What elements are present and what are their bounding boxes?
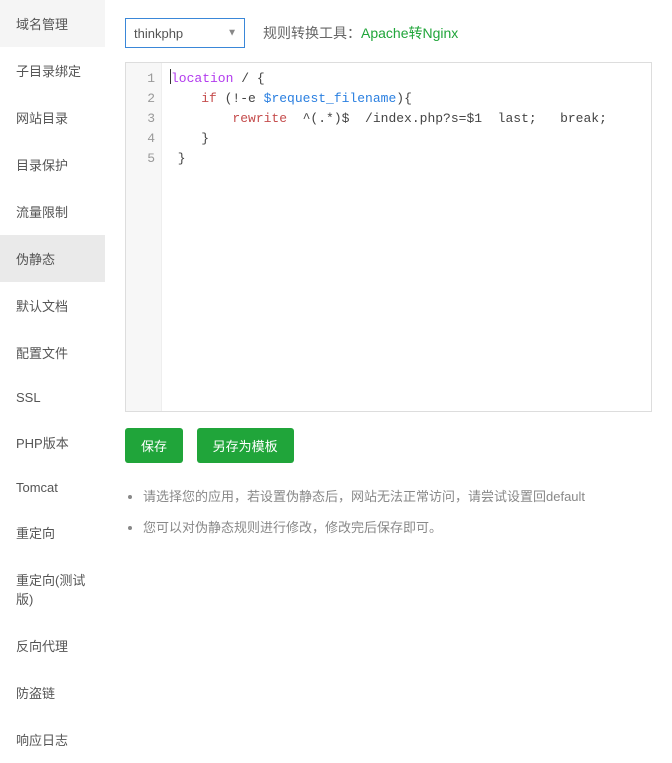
sidebar-item[interactable]: 反向代理: [0, 622, 105, 669]
apache-to-nginx-link[interactable]: Apache转Nginx: [361, 23, 458, 43]
editor-code[interactable]: location / { if (!-e $request_filename){…: [162, 63, 651, 411]
tip-item: 您可以对伪静态规则进行修改，修改完后保存即可。: [143, 518, 652, 539]
tip-item: 请选择您的应用，若设置伪静态后，网站无法正常访问，请尝试设置回default: [143, 487, 652, 508]
save-button[interactable]: 保存: [125, 428, 183, 463]
code-line[interactable]: }: [170, 149, 643, 169]
gutter-line: 4: [126, 129, 155, 149]
code-line[interactable]: }: [170, 129, 643, 149]
tips-list: 请选择您的应用，若设置伪静态后，网站无法正常访问，请尝试设置回default 您可…: [125, 487, 652, 539]
code-token: }: [170, 151, 186, 166]
button-row: 保存 另存为模板: [125, 428, 652, 463]
sidebar-item[interactable]: 伪静态: [0, 235, 105, 282]
code-token: }: [170, 131, 209, 146]
sidebar-item[interactable]: 目录保护: [0, 141, 105, 188]
save-template-button[interactable]: 另存为模板: [197, 428, 294, 463]
code-token: $request_filename: [264, 91, 397, 106]
code-token: rewrite: [232, 111, 287, 126]
code-editor[interactable]: 12345 location / { if (!-e $request_file…: [125, 62, 652, 412]
sidebar-item[interactable]: 网站目录: [0, 94, 105, 141]
code-token: [170, 91, 201, 106]
code-token: location: [171, 71, 233, 86]
code-token: (!-e: [217, 91, 264, 106]
sidebar-item[interactable]: Tomcat: [0, 466, 105, 509]
code-token: / {: [233, 71, 264, 86]
sidebar-item[interactable]: PHP版本: [0, 419, 105, 466]
sidebar-item[interactable]: 重定向: [0, 509, 105, 556]
code-token: if: [201, 91, 217, 106]
main-panel: thinkphp ▼ 规则转换工具： Apache转Nginx 12345 lo…: [105, 0, 672, 763]
toolbar: thinkphp ▼ 规则转换工具： Apache转Nginx: [125, 18, 652, 48]
sidebar: 域名管理子目录绑定网站目录目录保护流量限制伪静态默认文档配置文件SSLPHP版本…: [0, 0, 105, 763]
code-token: ){: [396, 91, 412, 106]
sidebar-item[interactable]: 响应日志: [0, 716, 105, 763]
gutter-line: 5: [126, 149, 155, 169]
sidebar-item[interactable]: 子目录绑定: [0, 47, 105, 94]
code-line[interactable]: location / {: [170, 69, 643, 89]
sidebar-item[interactable]: 流量限制: [0, 188, 105, 235]
sidebar-item[interactable]: 默认文档: [0, 282, 105, 329]
sidebar-item[interactable]: 域名管理: [0, 0, 105, 47]
editor-gutter: 12345: [126, 63, 162, 411]
gutter-line: 2: [126, 89, 155, 109]
code-token: ^(.*)$ /index.php?s=$1 last; break;: [287, 111, 607, 126]
sidebar-item[interactable]: 防盗链: [0, 669, 105, 716]
gutter-line: 1: [126, 69, 155, 89]
tool-label: 规则转换工具：: [263, 23, 361, 43]
gutter-line: 3: [126, 109, 155, 129]
sidebar-item[interactable]: 配置文件: [0, 329, 105, 376]
code-token: [170, 111, 232, 126]
code-line[interactable]: if (!-e $request_filename){: [170, 89, 643, 109]
template-select[interactable]: thinkphp: [125, 18, 245, 48]
sidebar-item[interactable]: SSL: [0, 376, 105, 419]
code-line[interactable]: rewrite ^(.*)$ /index.php?s=$1 last; bre…: [170, 109, 643, 129]
sidebar-item[interactable]: 重定向(测试版): [0, 556, 105, 622]
